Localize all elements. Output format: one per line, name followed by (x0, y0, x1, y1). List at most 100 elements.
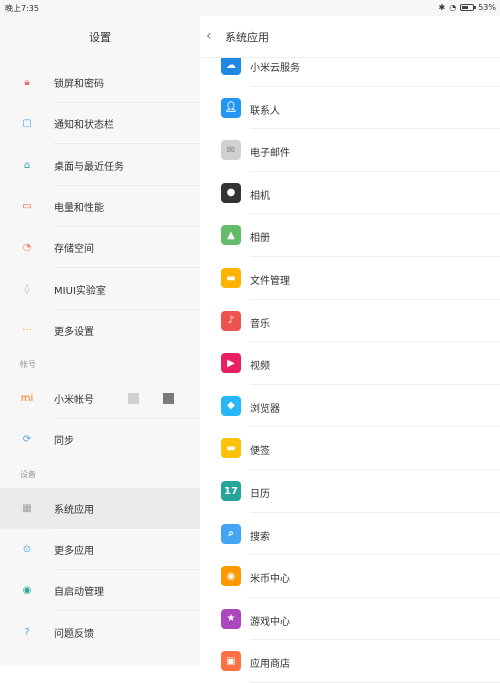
battery-percent: 53% (478, 3, 496, 12)
autostart-icon: ◉ (22, 585, 32, 597)
sidebar-item-label: 锁屏和密码 (54, 79, 104, 90)
app-label: 相册 (250, 233, 270, 245)
app-list-item[interactable]: ★ 游戏中心 (200, 598, 500, 641)
app-label: 小米云服务 (250, 63, 300, 74)
sync-icon: ⟳ (22, 434, 32, 446)
app-label: 相机 (250, 190, 270, 202)
sidebar-item[interactable]: ⟳ 同步 (0, 419, 200, 460)
sidebar-item-label: 通知和状态栏 (54, 120, 114, 132)
section-label-account: 帐号 (20, 360, 36, 370)
store-icon: ▣ (221, 651, 241, 672)
sidebar-item[interactable]: 🔒︎ 锁屏和密码 (0, 62, 200, 103)
lock-icon: 🔒︎ (24, 77, 30, 88)
calendar-icon: 17 (221, 481, 241, 501)
app-label: 文件管理 (250, 276, 290, 287)
sidebar-item[interactable]: ⊙ 更多应用 (0, 529, 200, 570)
storage-icon: ◔ (22, 242, 32, 254)
sidebar-item-label: 更多设置 (54, 326, 94, 338)
app-list-item[interactable]: ● 相机 (200, 172, 500, 215)
sidebar-item[interactable]: ? 问题反馈 (0, 612, 200, 653)
app-label: 便签 (250, 446, 270, 458)
app-list-item[interactable]: ▶ 视频 (200, 342, 500, 385)
app-list-item[interactable]: ✉ 电子邮件 (200, 129, 500, 172)
sidebar-item[interactable]: ▦ 系统应用 (0, 487, 200, 529)
video-icon: ▶ (221, 353, 241, 374)
status-icons: ✱ ◔ 53% (439, 3, 496, 12)
contacts-icon: 👤︎ (221, 97, 241, 118)
battery-icon (460, 4, 477, 11)
app-list-item[interactable]: ♪ 音乐 (200, 300, 500, 343)
app-label: 日历 (250, 489, 270, 500)
app-list-item[interactable]: ◆ 浏览器 (200, 385, 500, 428)
sidebar-item-label: 系统应用 (54, 504, 94, 516)
gallery-icon: ▲ (221, 225, 241, 246)
app-list-item[interactable]: ⌕ 搜索 (200, 513, 500, 556)
app-list-item[interactable]: ▣ 应用商店 (200, 640, 500, 683)
notification-icon: ▢ (22, 118, 32, 130)
app-label: 米币中心 (250, 574, 290, 586)
sidebar-title: 设置 (89, 31, 111, 44)
app-list-item[interactable]: ▲ 相册 (200, 214, 500, 257)
sidebar-item[interactable]: ◊ MIUI实验室 (0, 269, 200, 310)
app-list-item[interactable]: ◉ 米币中心 (200, 555, 500, 598)
app-list-item[interactable]: ▬ 便签 (200, 427, 500, 470)
status-time: 晚上7:35 (5, 4, 39, 13)
app-label: 搜索 (250, 531, 270, 543)
search-icon: ⌕ (221, 523, 241, 544)
sidebar-item-label: 自启动管理 (54, 587, 104, 599)
sidebar-item[interactable]: ··· 更多设置 (0, 310, 200, 351)
section-label-apps: 设备 (20, 469, 36, 479)
app-label: 联系人 (250, 105, 280, 117)
sidebar-item[interactable]: ⌂ 桌面与最近任务 (0, 145, 200, 186)
mi-icon: mi (20, 393, 34, 405)
app-label: 电子邮件 (250, 148, 290, 160)
panel-header: ‹ 系统应用 (200, 16, 500, 58)
mibi-icon: ◉ (221, 566, 241, 587)
app-label: 音乐 (250, 318, 270, 330)
battery-icon: ▭ (22, 200, 32, 212)
sidebar-item-label: 问题反馈 (54, 628, 94, 640)
app-list-item[interactable]: 👤︎ 联系人 (200, 87, 500, 130)
cloud-icon: ☁ (221, 55, 241, 75)
camera-icon: ● (221, 182, 241, 203)
app-list-item[interactable]: ▬ 文件管理 (200, 257, 500, 300)
apps-grid-icon: ▦ (22, 502, 32, 514)
page-title: 系统应用 (225, 30, 269, 44)
more-apps-icon: ⊙ (22, 544, 32, 555)
back-icon[interactable]: ‹ (206, 28, 212, 44)
sidebar-item-label: 同步 (54, 436, 74, 448)
app-label: 游戏中心 (250, 616, 290, 628)
home-icon: ⌂ (23, 159, 31, 171)
lab-icon: ◊ (24, 283, 30, 295)
sidebar-item[interactable]: mi 小米帐号 (0, 378, 200, 420)
bluetooth-icon: ✱ (438, 3, 446, 12)
sidebar-item-label: 电量和性能 (54, 202, 104, 214)
folder-icon: ▬ (221, 268, 241, 288)
app-label: 应用商店 (250, 659, 290, 671)
wifi-icon: ◔ (449, 3, 457, 12)
sidebar-item-label: 桌面与最近任务 (54, 161, 124, 173)
app-label: 浏览器 (250, 403, 280, 415)
status-bar: 晚上7:35 ✱ ◔ 53% (0, 0, 500, 16)
notes-icon: ▬ (221, 438, 241, 459)
app-list-item[interactable]: 17 日历 (200, 470, 500, 513)
account-avatar-placeholder (128, 393, 139, 405)
sidebar-item[interactable]: ◉ 自启动管理 (0, 570, 200, 612)
sidebar-item-label: 更多应用 (54, 546, 94, 557)
game-icon: ★ (221, 608, 241, 629)
system-apps-panel: ‹ 系统应用 ☁ 小米云服务 👤︎ 联系人 ✉ 电子邮件 ● 相机 ▲ 相册 ▬ 文件管理 ♪ 音乐 ▶ 视频… (200, 16, 500, 683)
app-label: 视频 (250, 361, 270, 373)
sidebar-item[interactable]: ▭ 电量和性能 (0, 186, 200, 227)
account-avatar (163, 393, 174, 405)
settings-sidebar: 设置 🔒︎ 锁屏和密码 ▢ 通知和状态栏 ⌂ 桌面与最近任务 ▭ 电量和性能 ◔ 存储空间 ◊ MIU… (0, 16, 200, 666)
music-icon: ♪ (221, 310, 241, 331)
sidebar-item[interactable]: ◔ 存储空间 (0, 227, 200, 269)
feedback-icon: ? (24, 626, 30, 638)
mail-icon: ✉ (221, 140, 241, 161)
more-icon: ··· (22, 324, 32, 336)
sidebar-item-label: 存储空间 (54, 244, 94, 256)
sidebar-item-label: MIUI实验室 (54, 285, 106, 297)
sidebar-item-label: 小米帐号 (54, 395, 94, 407)
browser-icon: ◆ (221, 395, 241, 416)
sidebar-item[interactable]: ▢ 通知和状态栏 (0, 103, 200, 145)
